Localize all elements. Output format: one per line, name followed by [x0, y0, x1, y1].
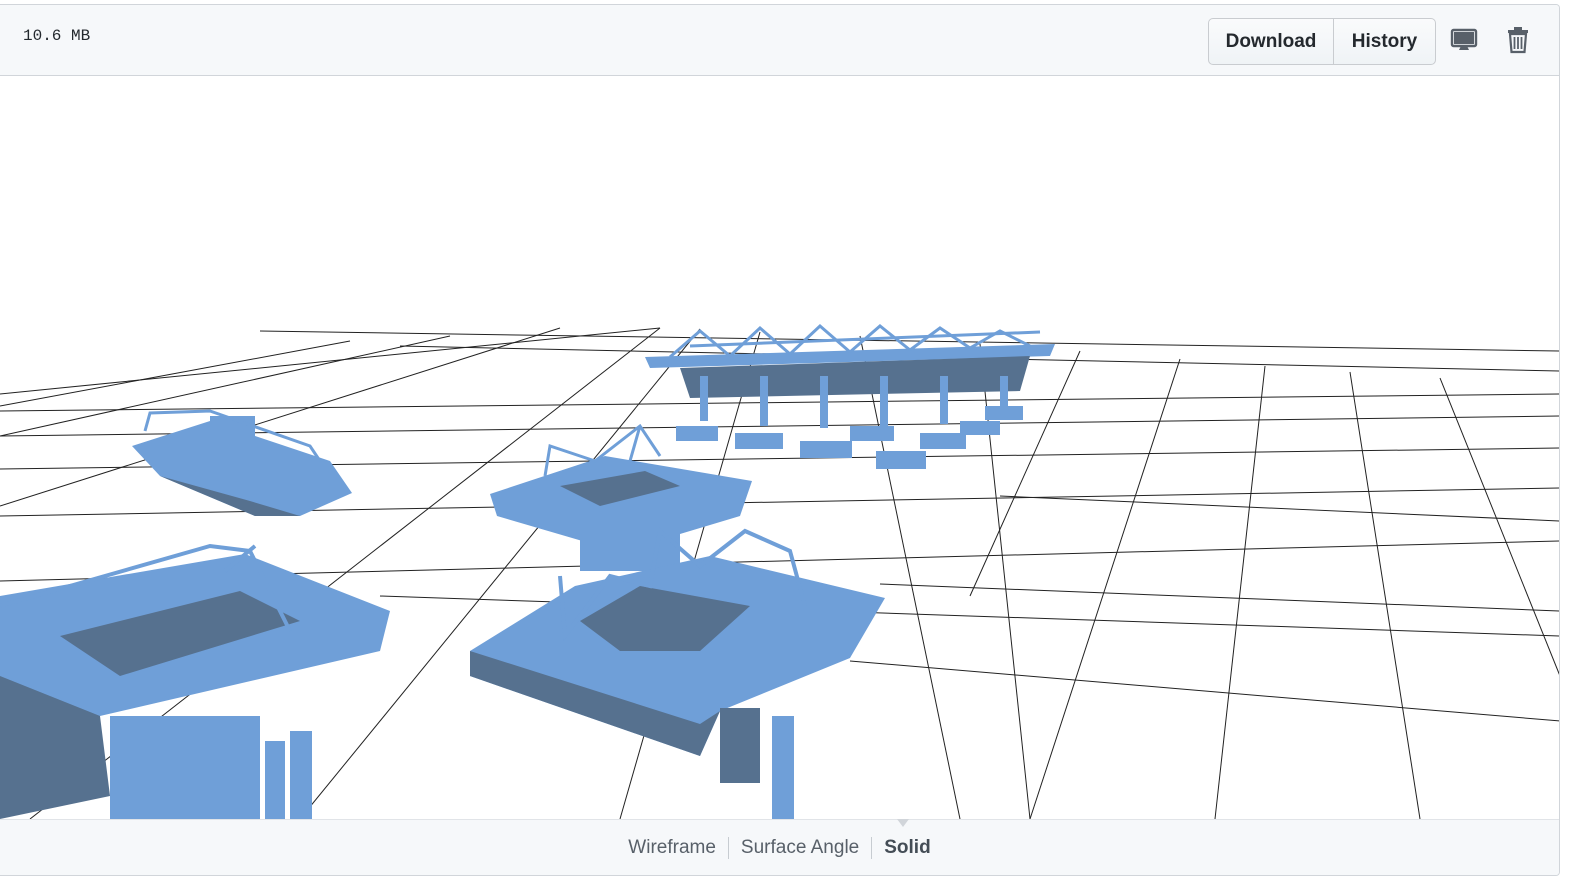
render-mode-selector: Wireframe Surface Angle Solid	[0, 836, 1559, 860]
trash-icon[interactable]	[1503, 25, 1533, 55]
wireframe-mode-button[interactable]: Wireframe	[616, 836, 728, 860]
small-platform-model	[490, 423, 752, 571]
surface-angle-mode-button[interactable]: Surface Angle	[729, 836, 871, 860]
history-button[interactable]: History	[1334, 19, 1435, 64]
desktop-icon[interactable]	[1449, 25, 1479, 55]
left-platform-model	[0, 543, 390, 819]
render-mode-bar: Wireframe Surface Angle Solid	[0, 819, 1559, 875]
front-platform-model	[470, 527, 885, 819]
stl-file-viewer: 10.6 MB Download History Wireframe Surfa…	[0, 4, 1560, 876]
platform-array-model	[645, 323, 1055, 469]
solid-mode-button[interactable]: Solid	[872, 836, 942, 860]
download-button[interactable]: Download	[1209, 19, 1334, 64]
file-actions-group: Download History	[1208, 18, 1436, 65]
active-mode-caret-icon	[897, 819, 909, 827]
file-size: 10.6 MB	[23, 27, 91, 45]
boat-model	[132, 409, 352, 516]
file-header: 10.6 MB Download History	[0, 5, 1559, 76]
3d-model-viewport[interactable]	[0, 76, 1559, 819]
